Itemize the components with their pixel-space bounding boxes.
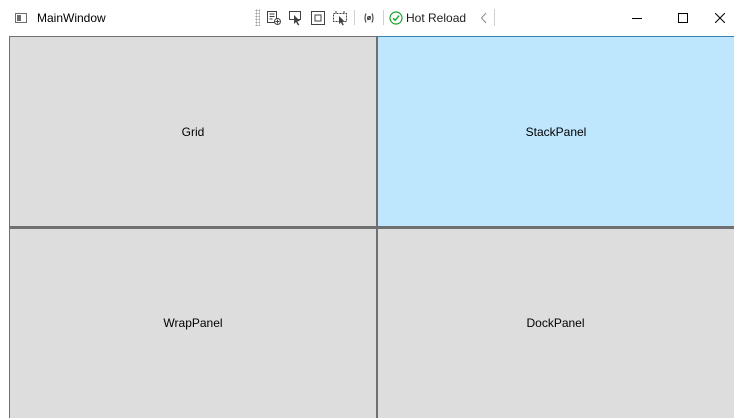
horizontal-divider	[9, 227, 734, 229]
maximize-button[interactable]	[660, 0, 706, 36]
dockpanel-button[interactable]: DockPanel	[377, 227, 734, 418]
window-title: MainWindow	[37, 11, 106, 25]
select-element-icon	[289, 10, 301, 25]
title-bar[interactable]: MainWindow Hot Reload	[0, 0, 734, 36]
track-focused-element-icon	[333, 10, 347, 25]
toolbar-end-divider	[494, 9, 496, 26]
window-app-icon[interactable]	[15, 13, 27, 23]
wrappanel-button[interactable]: WrapPanel	[9, 227, 377, 418]
stackpanel-button-label: StackPanel	[525, 124, 587, 139]
toolbar-grip-handle[interactable]	[255, 9, 260, 26]
binding-failures-button[interactable]	[358, 7, 380, 28]
chevron-left-icon	[480, 12, 487, 23]
check-circle-icon	[389, 10, 403, 25]
binding-failures-icon	[364, 12, 374, 23]
select-element-button[interactable]	[285, 7, 307, 28]
minimize-button[interactable]	[614, 0, 660, 36]
dockpanel-button-label: DockPanel	[526, 315, 585, 330]
hot-reload-status[interactable]: Hot Reload	[387, 7, 470, 28]
hot-reload-toolbar: Hot Reload	[255, 7, 496, 28]
hot-reload-label: Hot Reload	[406, 10, 467, 25]
display-layout-adorners-button[interactable]	[307, 7, 329, 28]
track-focused-element-button[interactable]	[329, 7, 351, 28]
live-visual-tree-button[interactable]	[263, 7, 285, 28]
live-visual-tree-icon	[267, 10, 281, 25]
wrappanel-button-label: WrapPanel	[163, 315, 223, 330]
window-content: Grid StackPanel WrapPanel DockPanel	[9, 36, 734, 418]
minimize-icon	[632, 18, 642, 19]
close-icon	[715, 13, 725, 23]
stackpanel-button[interactable]: StackPanel	[377, 36, 734, 227]
toolbar-separator	[354, 10, 355, 25]
close-button[interactable]	[706, 0, 734, 36]
grid-button-label: Grid	[181, 124, 205, 139]
collapse-toolbar-button[interactable]	[476, 7, 492, 28]
main-window: MainWindow Hot Reload Grid StackPanel Wr…	[0, 0, 734, 418]
toolbar-separator	[383, 10, 384, 25]
grid-button[interactable]: Grid	[9, 36, 377, 227]
display-layout-adorners-icon	[311, 10, 325, 25]
maximize-icon	[678, 13, 688, 23]
